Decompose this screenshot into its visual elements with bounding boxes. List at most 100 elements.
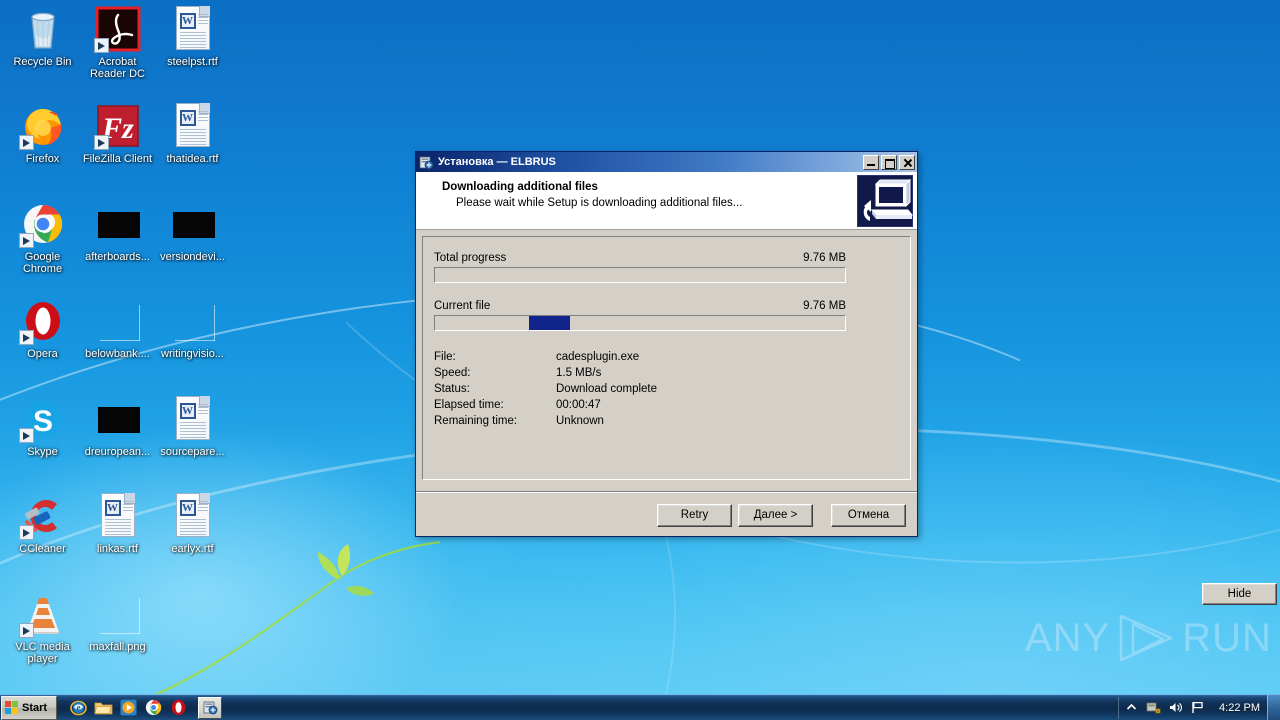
desktop-icon-label: Skype — [27, 446, 58, 458]
network-icon[interactable] — [1146, 700, 1161, 715]
windows-logo-icon — [5, 700, 19, 715]
taskbar[interactable]: Start e 4:22 PM — [0, 694, 1280, 720]
desktop-icon-steelpst-rtf[interactable]: W steelpst.rtf — [155, 5, 230, 68]
dialog-titlebar[interactable]: Установка — ELBRUS — [416, 152, 917, 172]
windows-explorer-icon[interactable] — [94, 698, 113, 717]
taskbar-window-buttons — [198, 696, 222, 719]
recycle-icon — [19, 5, 67, 53]
desktop-icon-label: CCleaner — [19, 543, 66, 555]
detail-row: File: cadesplugin.exe — [434, 349, 657, 365]
detail-row: Remaining time: Unknown — [434, 413, 657, 429]
retry-button[interactable]: Retry — [657, 503, 732, 527]
desktop-icon-filezilla-client[interactable]: Fz FileZilla Client — [80, 102, 155, 165]
cancel-button[interactable]: Отмена — [831, 503, 906, 527]
installer-dialog[interactable]: Установка — ELBRUS Downloading additiona… — [415, 151, 1277, 605]
desktop-icon-google-chrome[interactable]: Google Chrome — [5, 200, 80, 275]
detail-value: 1.5 MB/s — [556, 367, 602, 379]
action-center-flag-icon[interactable] — [1190, 700, 1205, 715]
detail-value: Unknown — [556, 415, 604, 427]
desktop-icon-recycle-bin[interactable]: Recycle Bin — [5, 5, 80, 68]
installer-task-button[interactable] — [198, 696, 222, 719]
desktop-icon-label: Opera — [27, 348, 58, 360]
minimize-button[interactable] — [863, 154, 879, 170]
desktop-icon-thatidea-rtf[interactable]: W thatidea.rtf — [155, 102, 230, 165]
clock[interactable]: 4:22 PM — [1212, 702, 1267, 714]
watermark-text-right: RUN — [1182, 615, 1272, 660]
desktop-icon-acrobat-reader-dc[interactable]: Acrobat Reader DC — [80, 5, 155, 80]
desktop-icon-skype[interactable]: S Skype — [5, 395, 80, 458]
current-file-progress-row: Current file 9.76 MB — [434, 300, 846, 331]
shortcut-arrow-icon — [93, 38, 109, 53]
desktop-icon-sourcepare[interactable]: W sourcepare... — [155, 395, 230, 458]
dialog-footer: Retry Далее > Отмена — [416, 494, 917, 536]
desktop-icon-label: Recycle Bin — [13, 56, 72, 68]
internet-explorer-icon[interactable]: e — [69, 698, 88, 717]
header-text-block: Downloading additional files Please wait… — [416, 172, 857, 229]
desktop-icon-afterboards[interactable]: afterboards... — [80, 200, 155, 263]
desktop-icon-label: FileZilla Client — [82, 153, 153, 165]
empty-icon — [94, 297, 142, 345]
detail-label: File: — [434, 351, 456, 363]
media-player-icon[interactable] — [119, 698, 138, 717]
chevron-up-icon[interactable] — [1124, 700, 1139, 715]
quick-launch-bar: e — [69, 696, 188, 720]
header-subtitle: Please wait while Setup is downloading a… — [456, 197, 743, 209]
opera-icon — [18, 297, 67, 345]
volume-icon[interactable] — [1168, 700, 1183, 715]
current-file-label: Current file — [434, 300, 491, 312]
desktop-icon-maxfall-png[interactable]: maxfall.png — [80, 590, 155, 653]
desktop-icon-label: writingvisio... — [161, 348, 224, 360]
desktop-icon-label: versiondevi... — [160, 251, 225, 263]
filezilla-icon: Fz — [93, 102, 142, 150]
desktop-icon-label: linkas.rtf — [97, 543, 138, 555]
desktop-icon-label: belowbank.... — [85, 348, 150, 360]
doc-icon: W — [169, 492, 217, 540]
desktop-icon-ccleaner[interactable]: CCleaner — [5, 492, 80, 555]
desktop[interactable]: Recycle Bin Acrobat Reader DC W steelpst… — [0, 0, 1280, 720]
doc-icon: W — [169, 395, 217, 443]
wallpaper-grass-icon — [120, 540, 440, 710]
desktop-icon-versiondevi[interactable]: versiondevi... — [155, 200, 230, 263]
detail-label: Elapsed time: — [434, 399, 504, 411]
shortcut-arrow-icon — [18, 135, 34, 150]
next-button[interactable]: Далее > — [738, 503, 813, 527]
desktop-icon-earlyx-rtf[interactable]: W earlyx.rtf — [155, 492, 230, 555]
hide-button[interactable]: Hide — [1202, 583, 1277, 605]
total-progress-label: Total progress — [434, 252, 507, 264]
start-button[interactable]: Start — [1, 695, 57, 720]
download-details: File: cadesplugin.exe Speed: 1.5 MB/s Status… — [434, 349, 657, 429]
shortcut-arrow-icon — [93, 135, 109, 150]
black-icon — [169, 200, 217, 248]
desktop-icon-vlc-media-player[interactable]: VLC media player — [5, 590, 80, 665]
maximize-button[interactable] — [881, 154, 897, 170]
dialog-header: Downloading additional files Please wait… — [416, 172, 917, 230]
detail-value: Download complete — [556, 383, 658, 395]
empty-icon — [94, 590, 142, 638]
svg-text:e: e — [77, 703, 81, 713]
start-label: Start — [22, 701, 48, 714]
detail-label: Status: — [434, 383, 470, 395]
desktop-icon-label: Google Chrome — [22, 251, 63, 275]
desktop-icon-linkas-rtf[interactable]: W linkas.rtf — [80, 492, 155, 555]
shortcut-arrow-icon — [18, 525, 34, 540]
desktop-icon-label: maxfall.png — [89, 641, 146, 653]
close-button[interactable] — [899, 154, 915, 170]
show-desktop-button[interactable] — [1267, 694, 1280, 720]
header-title: Downloading additional files — [442, 181, 598, 193]
chrome-icon[interactable] — [144, 698, 163, 717]
shortcut-arrow-icon — [18, 330, 34, 345]
footer-separator — [416, 491, 917, 493]
desktop-icon-belowbank[interactable]: belowbank.... — [80, 297, 155, 360]
desktop-icon-label: Firefox — [25, 153, 60, 165]
setup-icon — [419, 155, 434, 170]
desktop-icon-writingvisio[interactable]: writingvisio... — [155, 297, 230, 360]
desktop-icon-opera[interactable]: Opera — [5, 297, 80, 360]
opera-icon[interactable] — [169, 698, 188, 717]
skype-icon: S — [18, 395, 67, 443]
desktop-icon-firefox[interactable]: Firefox — [5, 102, 80, 165]
current-file-progress-bar — [434, 315, 846, 331]
desktop-icon-dreuropean[interactable]: dreuropean... — [80, 395, 155, 458]
desktop-icon-label: VLC media player — [15, 641, 70, 665]
black-icon — [94, 200, 142, 248]
current-file-size: 9.76 MB — [803, 300, 846, 312]
